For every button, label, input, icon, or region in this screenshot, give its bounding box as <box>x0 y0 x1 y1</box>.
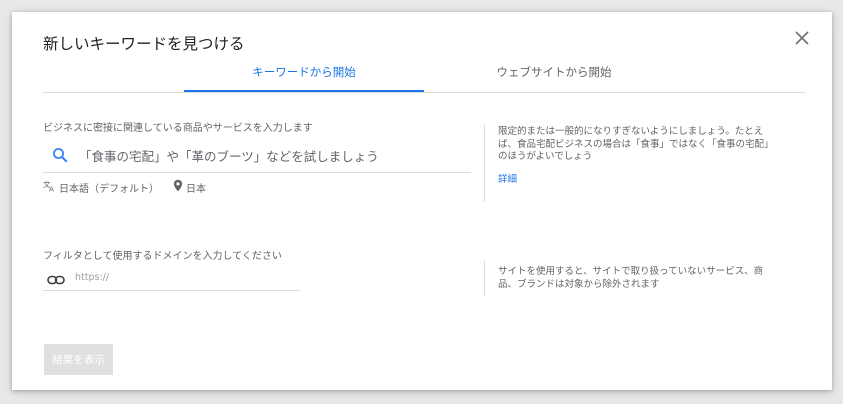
keyword-search-input[interactable] <box>79 144 464 168</box>
domain-field[interactable] <box>43 266 300 291</box>
location-selector[interactable]: 日本 <box>173 179 206 195</box>
location-pin-icon <box>173 179 186 195</box>
keywords-help-divider <box>484 124 485 202</box>
show-results-button[interactable]: 結果を表示 <box>44 344 113 375</box>
tab-start-with-website[interactable]: ウェブサイトから開始 <box>434 62 674 90</box>
domain-field-label: フィルタとして使用するドメインを入力してください <box>43 251 282 262</box>
language-label: 日本語（デフォルト） <box>59 183 159 195</box>
tab-bar: キーワードから開始 ウェブサイトから開始 <box>43 62 805 93</box>
location-label: 日本 <box>186 183 206 195</box>
language-selector[interactable]: 文 A 日本語（デフォルト） <box>43 179 159 195</box>
close-icon[interactable] <box>792 28 812 48</box>
keywords-help-text: 限定的または一般的になりすぎないようにしましょう。たとえ ば、食品宅配ビジネスの… <box>498 126 774 162</box>
svg-text:A: A <box>49 186 54 193</box>
domain-help-text: サイトを使用すると、サイトで取り扱っていないサービス、商 品、ブランドは対象から… <box>498 266 764 290</box>
active-tab-indicator <box>184 90 424 92</box>
dialog-title: 新しいキーワードを見つける <box>43 35 245 53</box>
translate-icon: 文 A <box>43 179 59 195</box>
link-icon <box>47 271 65 285</box>
domain-help-divider <box>484 260 485 296</box>
keyword-search-field[interactable] <box>43 142 471 173</box>
details-link[interactable]: 詳細 <box>498 171 517 185</box>
keyword-planner-dialog: 新しいキーワードを見つける キーワードから開始 ウェブサイトから開始 ビジネスに… <box>12 12 832 390</box>
keywords-field-label: ビジネスに密接に関連している商品やサービスを入力します <box>43 123 313 134</box>
tab-start-with-keywords[interactable]: キーワードから開始 <box>184 62 424 90</box>
domain-input[interactable] <box>75 268 295 286</box>
search-icon <box>52 147 68 163</box>
